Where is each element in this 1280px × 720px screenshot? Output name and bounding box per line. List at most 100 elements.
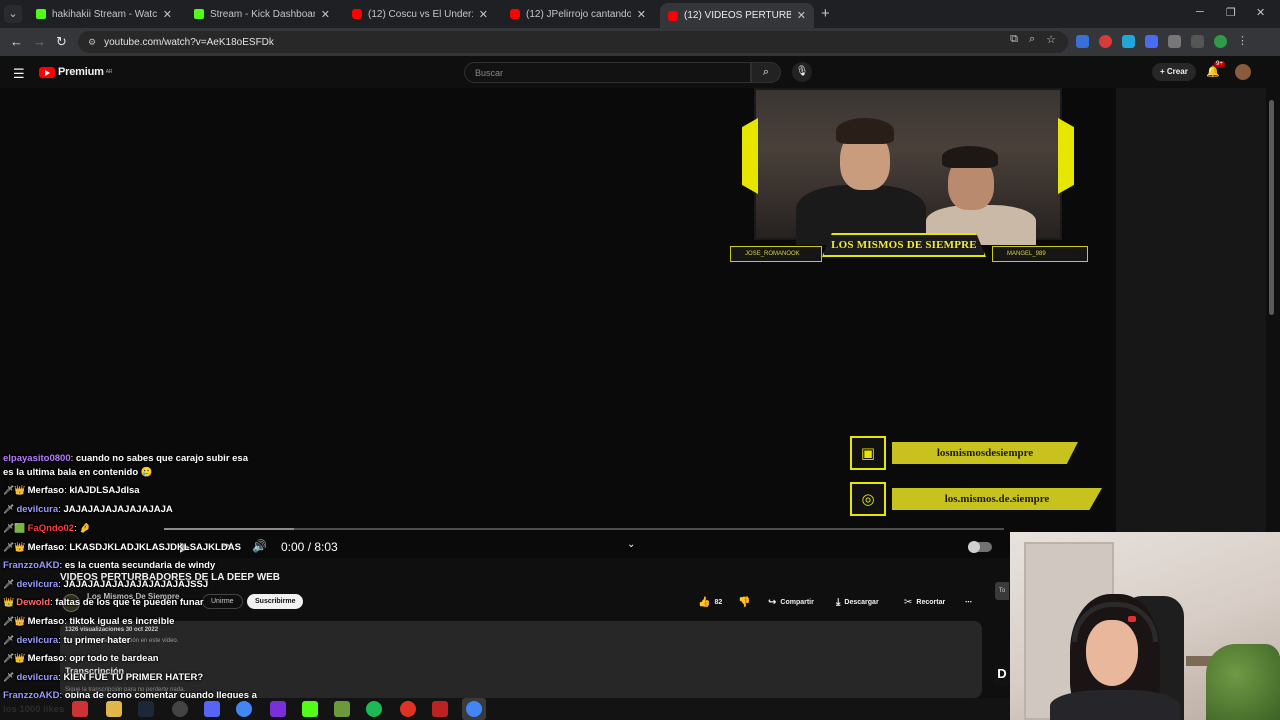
minecraft-icon[interactable] [334,701,350,717]
thumbs-up-icon: 👍 [698,596,711,608]
install-app-icon[interactable]: ⧉ [1010,33,1018,46]
chat-username[interactable]: FranzzoAKD [3,560,59,571]
more-actions-button[interactable]: ⋯ [965,595,972,609]
dislike-button[interactable]: 👎 [738,595,754,609]
browser-tab-kick-dashboard[interactable]: Stream - Kick Dashboard ✕ [186,3,338,25]
new-tab-button[interactable]: + [821,5,830,22]
chat-username[interactable]: Merfaso [28,653,64,664]
reading-list-icon[interactable] [1191,35,1204,48]
chat-badge-icon: 🗡👑 [3,485,26,495]
chrome-icon[interactable] [236,701,252,717]
download-button[interactable]: ⤓ Descargar [836,595,879,609]
window-close-icon[interactable]: ✕ [1256,6,1265,19]
zoom-icon[interactable]: ⌕ [1029,33,1035,46]
opera-icon[interactable] [400,701,416,717]
chat-username[interactable]: Dewold [16,597,50,608]
chat-username[interactable]: Merfaso [28,485,64,496]
stream-cam-overlay: JOSE_ROMANOOK MANGEL_989 LOS MISMOS DE S… [730,88,1088,266]
chat-username[interactable]: devilcura [16,635,58,646]
youtube-favicon-icon [352,9,362,19]
tab-close-icon[interactable]: ✕ [797,9,806,22]
extension-icon[interactable] [1122,35,1135,48]
chat-username[interactable]: devilcura [16,504,58,515]
autoplay-toggle[interactable] [968,541,992,553]
url-text: youtube.com/watch?v=AeK18oESFDk [104,36,274,48]
volume-icon[interactable]: 🔊 [252,539,267,553]
obs-icon[interactable] [172,701,188,717]
forward-arrow-icon[interactable]: → [33,34,46,49]
steam-icon[interactable] [138,701,154,717]
chevron-down-icon[interactable]: ⌄ [627,539,635,550]
tab-close-icon[interactable]: ✕ [163,8,172,21]
file-explorer-icon[interactable] [106,701,122,717]
chat-text: tu primer hater [63,635,131,646]
reload-icon[interactable]: ↻ [56,34,67,50]
chat-message: 🗡 devilcura: tu primer hater [3,635,131,646]
browser-tab-videos-perturbadores[interactable]: (12) VIDEOS PERTURBADORES ✕ [660,3,814,28]
clip-button[interactable]: ✂ Recortar [904,595,945,609]
guide-menu-icon[interactable]: ☰ [13,66,25,82]
browser-tab-kick-stream[interactable]: hakihakii Stream - Watch Live o ✕ [28,3,180,25]
search-icon[interactable]: ⌕ [751,62,781,83]
youtube-premium-logo[interactable]: Premium AR [39,66,112,78]
profile-avatar-icon[interactable] [1214,35,1227,48]
description-box[interactable] [60,621,982,698]
chat-username[interactable]: FaQndo02 [28,523,74,534]
extension-icon[interactable] [1145,35,1158,48]
taskbar-app-icon[interactable] [432,701,448,717]
browser-menu-icon[interactable]: ⋮ [1237,35,1250,48]
create-button[interactable]: + Crear [1152,63,1196,81]
chat-username[interactable]: Merfaso [28,616,64,627]
logo-text: Premium [58,66,104,78]
search-input[interactable]: Buscar [464,62,751,83]
share-button[interactable]: ↪ Compartir [768,595,814,609]
discord-icon[interactable] [204,701,220,717]
microphone-icon[interactable]: 🎙 [792,62,812,82]
extension-icon[interactable] [1099,35,1112,48]
restore-icon[interactable]: ❐ [1226,6,1236,19]
chat-message: 🗡👑 Merfaso: LKASDJKLADJKLASJDKLSAJKLDAS [3,542,241,553]
tab-close-icon[interactable]: ✕ [637,8,646,21]
account-avatar[interactable] [1235,64,1251,80]
minimize-icon[interactable]: ─ [1196,6,1204,18]
progress-bar[interactable] [164,528,1004,530]
chat-badge-icon: 🗡👑 [3,542,26,552]
bookmark-star-icon[interactable]: ☆ [1046,33,1056,46]
browser-tab-jpelirrojo[interactable]: (12) JPelirrojo cantando Subidu ✕ [502,3,654,25]
subscribe-button[interactable]: Suscribirme [247,594,304,609]
extensions-puzzle-icon[interactable] [1168,35,1181,48]
browser-tab-coscu[interactable]: (12) Coscu vs El Under: QUÉ ES ✕ [344,3,496,25]
address-bar[interactable]: ⚙ youtube.com/watch?v=AeK18oESFDk ⧉ ⌕ ☆ [78,31,1068,53]
tab-search-button[interactable]: ⌄ [4,5,22,23]
chat-text: JAJAJAJAJAJAJAJAJA [63,504,173,515]
scrollbar-thumb[interactable] [1269,100,1274,315]
video-player[interactable]: JOSE_ROMANOOK MANGEL_989 LOS MISMOS DE S… [0,88,1116,558]
time-display: 0:00 / 8:03 [281,540,338,554]
side-tab[interactable]: To [995,582,1009,600]
chat-text: tiktok igual es increible [69,616,175,627]
thumbs-down-icon: 👎 [738,596,751,608]
like-count: 82 [714,598,723,606]
chat-username[interactable]: Merfaso [28,542,64,553]
chat-username[interactable]: elpayasito0800 [3,453,71,464]
chrome-icon[interactable] [466,701,482,717]
side-logo-icon: D [994,666,1010,686]
back-arrow-icon[interactable]: ← [10,34,23,49]
tab-close-icon[interactable]: ✕ [321,8,330,21]
chat-username[interactable]: devilcura [16,579,58,590]
page-scrollbar[interactable] [1268,92,1276,532]
frame-right-accent [1058,118,1074,194]
join-button[interactable]: Unirme [202,594,243,609]
spotify-icon[interactable] [366,701,382,717]
tab-close-icon[interactable]: ✕ [479,8,488,21]
banner-title: LOS MISMOS DE SIEMPRE [831,239,977,251]
youtube-play-icon [39,66,55,78]
like-button[interactable]: 👍 82 [698,595,722,609]
site-info-icon[interactable]: ⚙ [88,37,96,48]
taskbar-app-icon[interactable] [72,701,88,717]
chat-username[interactable]: devilcura [16,672,58,683]
twitch-handle: losmismosdesiempre [892,442,1078,464]
extension-icon[interactable] [1076,35,1089,48]
kick-icon[interactable] [302,701,318,717]
canva-icon[interactable] [270,701,286,717]
